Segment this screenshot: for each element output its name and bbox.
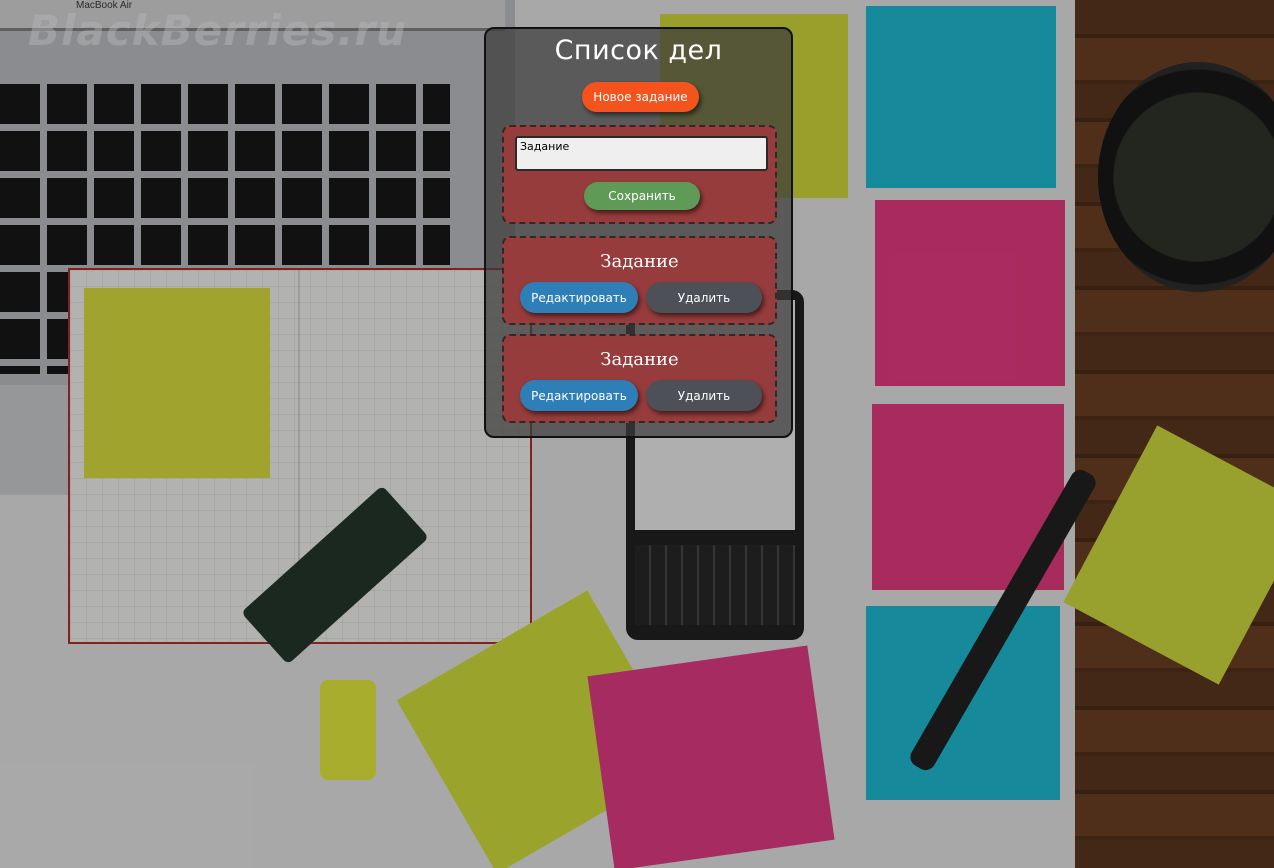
delete-button[interactable]: Удалить <box>646 282 762 313</box>
edit-button[interactable]: Редактировать <box>520 282 638 313</box>
edit-button[interactable]: Редактировать <box>520 380 638 411</box>
page-title: Список дел <box>554 35 723 66</box>
task-input[interactable]: Задание <box>515 136 768 171</box>
task-card: Задание Редактировать Удалить <box>502 334 777 423</box>
new-task-button[interactable]: Новое задание <box>582 82 699 112</box>
task-card: Задание Редактировать Удалить <box>502 236 777 325</box>
task-title: Задание <box>600 251 679 272</box>
task-form-card: Задание Сохранить <box>502 125 777 224</box>
save-button[interactable]: Сохранить <box>584 182 700 210</box>
delete-button[interactable]: Удалить <box>646 380 762 411</box>
todo-panel: Список дел Новое задание Задание Сохрани… <box>484 27 793 438</box>
task-title: Задание <box>600 349 679 370</box>
